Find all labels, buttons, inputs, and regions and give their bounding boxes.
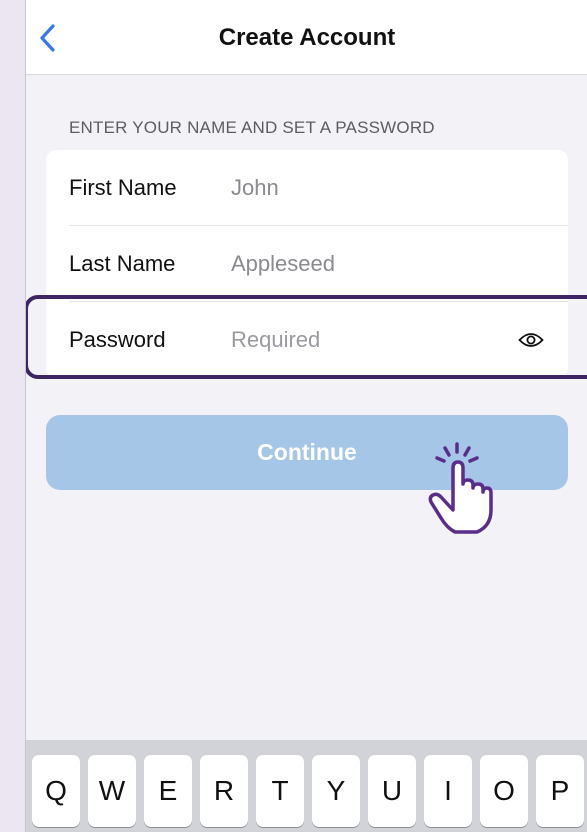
continue-button[interactable]: Continue xyxy=(46,415,568,490)
form-card: First Name Last Name Password xyxy=(46,150,568,378)
navigation-bar: Create Account xyxy=(26,0,587,75)
key-r[interactable]: R xyxy=(200,755,248,827)
key-o[interactable]: O xyxy=(480,755,528,827)
key-e[interactable]: E xyxy=(144,755,192,827)
eye-icon xyxy=(518,333,544,347)
key-t[interactable]: T xyxy=(256,755,304,827)
password-label: Password xyxy=(69,327,166,352)
keyboard: Q W E R T Y U I O P xyxy=(26,740,587,832)
key-y[interactable]: Y xyxy=(312,755,360,827)
first-name-row: First Name xyxy=(46,150,568,226)
password-field[interactable] xyxy=(231,320,491,360)
page-title: Create Account xyxy=(218,24,396,51)
section-header: ENTER YOUR NAME AND SET A PASSWORD xyxy=(69,118,435,137)
show-password-button[interactable] xyxy=(516,325,546,355)
key-w[interactable]: W xyxy=(88,755,136,827)
first-name-label: First Name xyxy=(69,175,177,200)
key-q[interactable]: Q xyxy=(32,755,80,827)
password-row: Password xyxy=(46,302,568,378)
phone-screen: Create Account ENTER YOUR NAME AND SET A… xyxy=(25,0,587,832)
last-name-field[interactable] xyxy=(231,244,491,284)
first-name-field[interactable] xyxy=(231,168,491,208)
key-p[interactable]: P xyxy=(536,755,584,827)
key-u[interactable]: U xyxy=(368,755,416,827)
key-i[interactable]: I xyxy=(424,755,472,827)
last-name-label: Last Name xyxy=(69,251,176,276)
last-name-row: Last Name xyxy=(46,226,568,302)
